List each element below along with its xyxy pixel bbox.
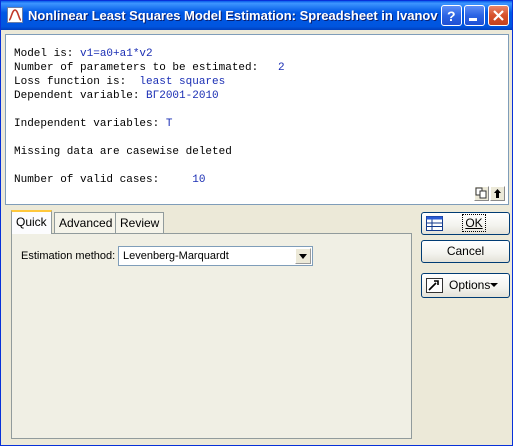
output-line-value: ВГ2001-2010 [146, 90, 219, 102]
statistica-app-icon [7, 7, 23, 23]
estimation-dropdown-button[interactable] [295, 248, 311, 264]
help-icon: ? [447, 8, 456, 24]
output-line: Missing data are casewise deleted [14, 145, 285, 159]
output-line: Loss function is: least squares [14, 75, 285, 89]
chevron-down-icon [490, 283, 498, 287]
copy-icon [475, 187, 487, 199]
output-line: Independent variables: T [14, 117, 285, 131]
output-line-label: Number of valid cases: [14, 174, 193, 186]
output-line-value: least squares [139, 76, 226, 88]
output-line: Model is: v1=a0+a1*v2 [14, 47, 285, 61]
output-line-label: Independent variables: [14, 118, 166, 130]
tab-review[interactable]: Review [115, 212, 165, 233]
output-text: Model is: v1=a0+a1*v2 Number of parameter… [14, 47, 285, 187]
output-line-label: Loss function is: [14, 76, 140, 88]
estimation-method-label-text: Estimation method: [21, 250, 116, 262]
output-line: Number of valid cases: 10 [14, 173, 285, 187]
estimation-method-value: Levenberg-Marquardt [123, 250, 229, 262]
output-line-label: Dependent variable: [14, 90, 147, 102]
chevron-down-icon [299, 254, 307, 259]
tab-advanced[interactable]: Advanced [54, 212, 118, 233]
output-line: Dependent variable: ВГ2001-2010 [14, 89, 285, 103]
minimize-icon [469, 18, 477, 21]
cancel-button[interactable]: Cancel [421, 240, 510, 263]
output-line-value: 2 [278, 62, 285, 74]
collapse-output-button[interactable] [490, 186, 505, 201]
estimation-method-label: Estimation method: [21, 250, 115, 262]
window-title: Nonlinear Least Squares Model Estimation… [28, 8, 438, 23]
output-line-value: v1=a0+a1*v2 [80, 48, 153, 60]
minimize-button[interactable] [464, 5, 485, 26]
title-bar[interactable]: Nonlinear Least Squares Model Estimation… [1, 1, 512, 30]
results-output-pane[interactable]: Model is: v1=a0+a1*v2 Number of parameter… [5, 34, 509, 205]
summary-table-icon [426, 216, 443, 231]
output-line-value: T [165, 118, 173, 130]
options-button[interactable]: Options [421, 273, 510, 298]
output-line-value: 10 [192, 174, 206, 186]
dialog-window: Nonlinear Least Squares Model Estimation… [0, 0, 513, 446]
output-line-label: Missing data are casewise deleted [14, 146, 232, 158]
options-button-label: Options [449, 278, 491, 292]
svg-text:?: ? [447, 8, 456, 24]
ok-button[interactable]: OK [421, 212, 510, 235]
help-button[interactable]: ? [441, 5, 462, 26]
close-button[interactable] [488, 5, 509, 26]
arrow-up-icon [494, 189, 501, 198]
output-line-label: Number of parameters to be estimated: [14, 62, 279, 74]
ok-button-label: OK [462, 214, 486, 232]
copy-output-button[interactable] [474, 186, 489, 201]
tab-quick[interactable]: Quick [11, 210, 52, 234]
options-icon [426, 278, 443, 293]
estimation-method-select[interactable]: Levenberg-Marquardt [118, 246, 313, 266]
output-line-label: Model is: [14, 48, 81, 60]
close-icon [493, 10, 504, 21]
output-line: Number of parameters to be estimated: 2 [14, 61, 285, 75]
